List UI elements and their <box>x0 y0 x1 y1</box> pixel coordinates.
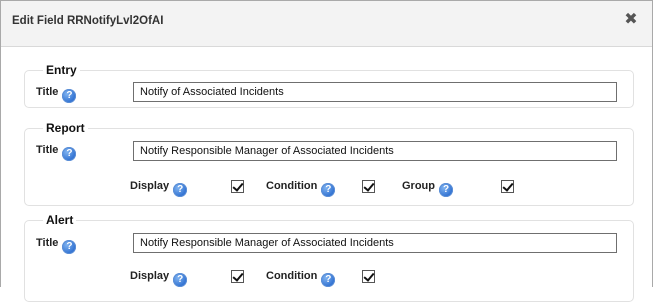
alert-condition-checkbox[interactable] <box>362 270 375 283</box>
report-group-label: Group? <box>402 180 453 197</box>
help-icon[interactable]: ? <box>439 183 453 197</box>
report-condition-checkbox[interactable] <box>362 180 375 193</box>
alert-condition-label-text: Condition <box>266 270 318 282</box>
report-title-label-text: Title <box>36 144 59 156</box>
alert-title-label: Title? <box>36 237 77 254</box>
report-display-label-text: Display <box>130 180 170 192</box>
report-group-label-text: Group <box>402 180 435 192</box>
alert-title-label-text: Title <box>36 237 59 249</box>
report-group-checkbox[interactable] <box>501 180 514 193</box>
help-icon[interactable]: ? <box>173 273 188 287</box>
help-icon[interactable]: ? <box>62 147 77 161</box>
help-icon[interactable]: ? <box>173 183 188 197</box>
entry-title-input[interactable] <box>133 82 617 102</box>
alert-legend: Alert <box>43 213 77 227</box>
entry-title-label-text: Title <box>36 86 59 98</box>
report-condition-label: Condition? <box>266 180 336 197</box>
report-condition-label-text: Condition <box>266 180 318 192</box>
report-legend: Report <box>43 121 88 135</box>
alert-condition-label: Condition? <box>266 270 336 287</box>
dialog-titlebar: Edit Field RRNotifyLvl2OfAI ✖ <box>1 1 652 47</box>
help-icon[interactable]: ? <box>62 240 77 254</box>
report-title-label: Title? <box>36 144 77 161</box>
close-icon[interactable]: ✖ <box>623 12 639 28</box>
entry-legend: Entry <box>43 63 80 77</box>
help-icon[interactable]: ? <box>321 183 336 197</box>
report-title-input[interactable] <box>133 141 617 161</box>
alert-display-label-text: Display <box>130 270 170 282</box>
help-icon[interactable]: ? <box>321 273 336 287</box>
report-display-checkbox[interactable] <box>231 180 244 193</box>
alert-display-checkbox[interactable] <box>231 270 244 283</box>
alert-title-input[interactable] <box>133 233 617 253</box>
dialog-title: Edit Field RRNotifyLvl2OfAI <box>12 15 164 27</box>
edit-field-dialog: Edit Field RRNotifyLvl2OfAI ✖ Entry Titl… <box>0 0 653 302</box>
report-display-label: Display? <box>130 180 188 197</box>
entry-title-label: Title? <box>36 86 77 103</box>
help-icon[interactable]: ? <box>62 89 77 103</box>
alert-display-label: Display? <box>130 270 188 287</box>
